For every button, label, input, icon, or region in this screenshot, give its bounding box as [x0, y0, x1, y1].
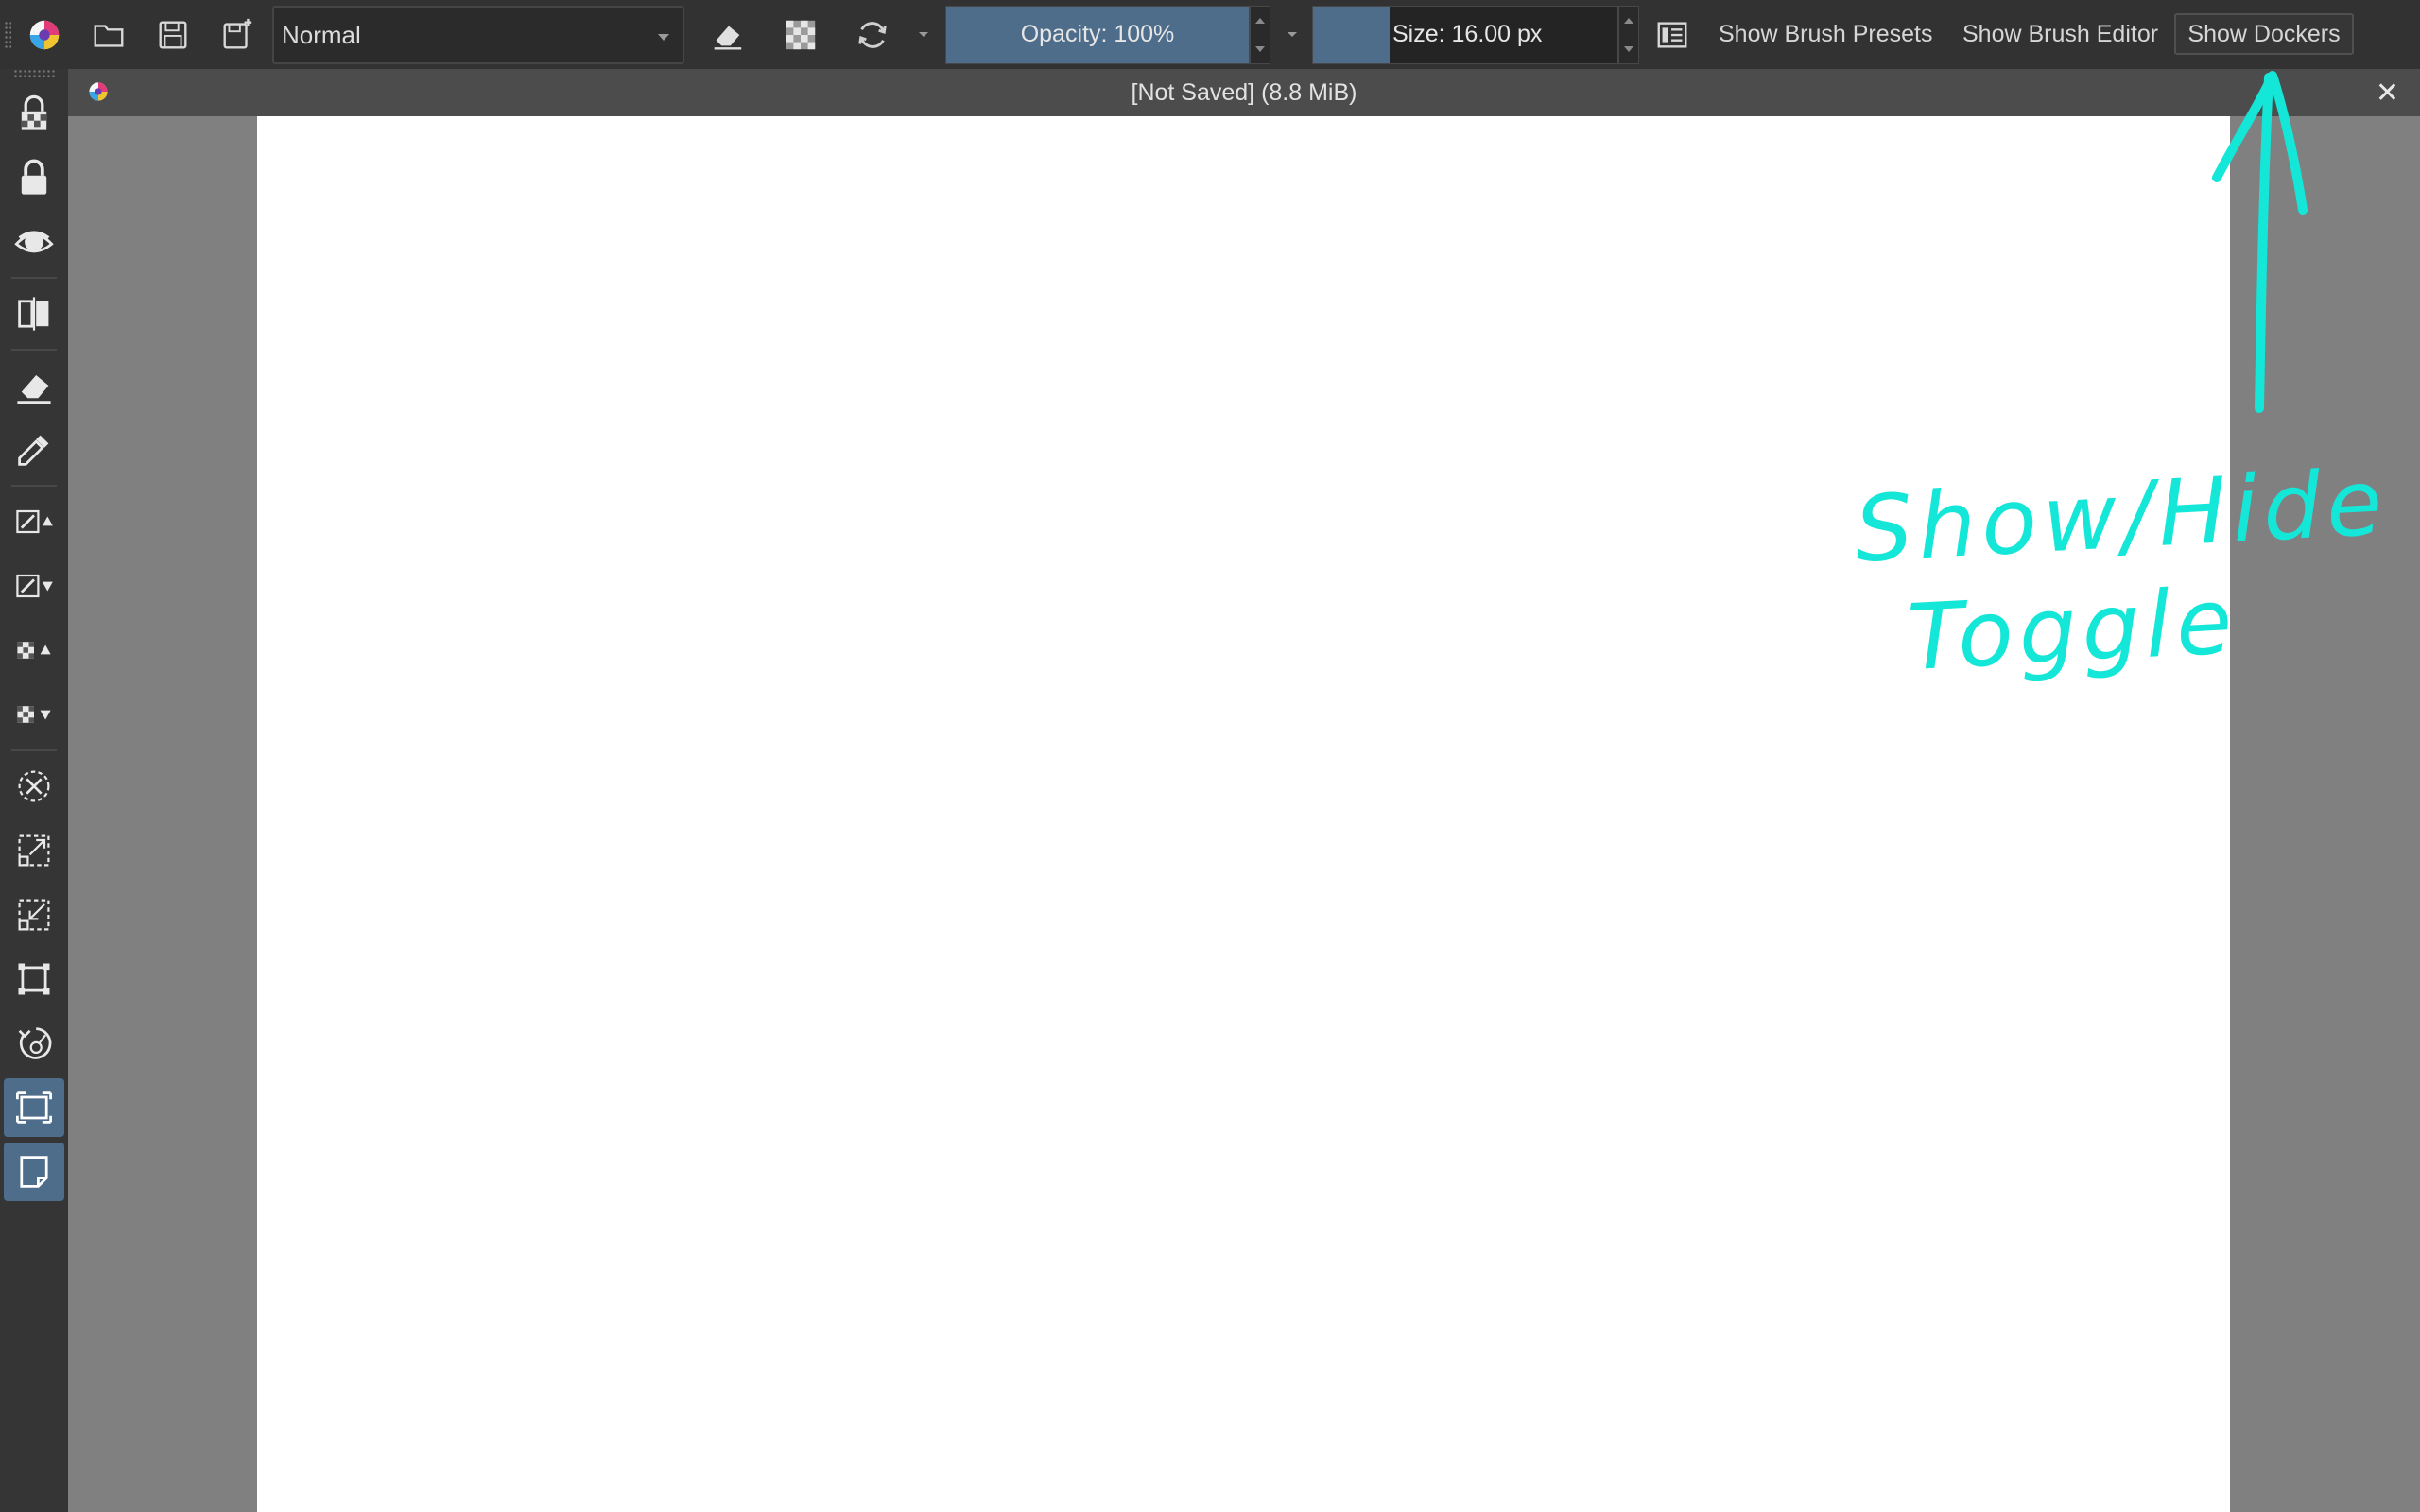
page-icon[interactable] — [4, 1143, 64, 1201]
eraser-icon[interactable] — [4, 356, 64, 415]
save-incremental-icon[interactable] — [212, 9, 263, 60]
opacity-up-icon[interactable] — [4, 621, 64, 679]
fit-icon[interactable] — [4, 885, 64, 944]
spin-down-icon[interactable] — [1255, 46, 1265, 52]
document-title-bar[interactable]: [Not Saved] (8.8 MiB) ✕ — [68, 69, 2420, 116]
crop-icon[interactable] — [4, 950, 64, 1008]
workspace-icon[interactable] — [1647, 9, 1698, 60]
color-picker-icon[interactable] — [4, 421, 64, 479]
document-title: [Not Saved] (8.8 MiB) — [1131, 79, 1357, 106]
size-spinner[interactable] — [1618, 6, 1639, 64]
toolbox — [0, 69, 68, 1512]
select-all-icon[interactable] — [4, 821, 64, 880]
blend-mode-select[interactable]: Normal — [272, 6, 684, 64]
lock-icon[interactable] — [4, 148, 64, 207]
annotation-text-line1: Show/Hide — [1852, 449, 2391, 583]
alpha-lock-icon[interactable] — [775, 9, 826, 60]
annotation-text-line2: Toggle — [1905, 567, 2240, 692]
toolbox-separator — [11, 749, 57, 751]
size-label: Size: 16.00 px — [1392, 21, 1543, 47]
save-icon[interactable] — [147, 9, 199, 60]
toolbox-grip[interactable] — [13, 69, 55, 77]
canvas-page[interactable] — [257, 116, 2230, 1512]
toolbox-separator — [11, 277, 57, 279]
show-dockers-button[interactable]: Show Dockers — [2174, 13, 2354, 55]
rotate-icon[interactable] — [4, 1014, 64, 1073]
canvas-only-icon[interactable] — [4, 1078, 64, 1137]
top-toolbar: Normal Opacity: 100% Size: 16.00 px Show… — [0, 0, 2420, 69]
reload-options-chevron-icon[interactable] — [919, 32, 928, 37]
lock-alpha-icon[interactable] — [4, 84, 64, 143]
brush-size-up-icon[interactable] — [4, 492, 64, 551]
krita-logo-icon[interactable] — [19, 9, 70, 60]
eye-icon[interactable] — [4, 213, 64, 271]
spin-up-icon[interactable] — [1255, 18, 1265, 24]
spin-up-icon[interactable] — [1624, 18, 1634, 24]
show-brush-presets-button[interactable]: Show Brush Presets — [1719, 21, 1933, 48]
eraser-mode-icon[interactable] — [701, 9, 752, 60]
opacity-down-icon[interactable] — [4, 685, 64, 744]
opacity-options-chevron-icon[interactable] — [1288, 32, 1297, 37]
brush-size-down-icon[interactable] — [4, 557, 64, 615]
opacity-spinner[interactable] — [1250, 6, 1270, 64]
opacity-slider[interactable]: Opacity: 100% — [945, 6, 1250, 64]
opacity-label: Opacity: 100% — [1020, 21, 1175, 47]
toolbox-separator — [11, 485, 57, 487]
toolbar-grip[interactable] — [4, 21, 11, 49]
close-icon[interactable]: ✕ — [2376, 77, 2399, 110]
canvas-area[interactable] — [68, 116, 2420, 1512]
blend-mode-value: Normal — [282, 21, 361, 49]
mirror-icon[interactable] — [4, 284, 64, 343]
open-folder-icon[interactable] — [83, 9, 134, 60]
size-slider[interactable]: Size: 16.00 px — [1312, 6, 1618, 64]
spin-down-icon[interactable] — [1624, 46, 1634, 52]
deselect-icon[interactable] — [4, 757, 64, 816]
chevron-down-icon — [658, 34, 669, 41]
toolbox-separator — [11, 349, 57, 351]
size-fill — [1313, 7, 1390, 63]
show-brush-editor-button[interactable]: Show Brush Editor — [1962, 21, 2158, 48]
reload-preset-icon[interactable] — [847, 9, 898, 60]
